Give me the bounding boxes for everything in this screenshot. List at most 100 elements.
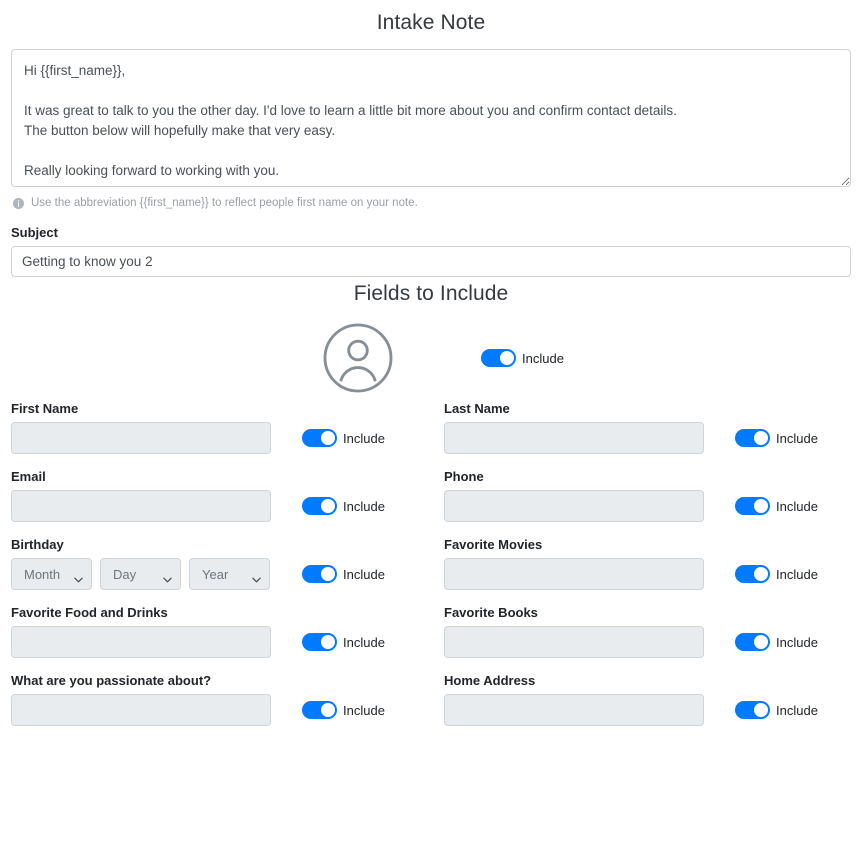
include-toggle-group: Include: [735, 701, 818, 719]
include-toggle-group: Include: [735, 497, 818, 515]
field-last-name: Last Name Include: [433, 401, 862, 455]
passionate-about-include-toggle[interactable]: [302, 701, 337, 719]
intake-note-textarea[interactable]: [11, 49, 851, 187]
favorite-movies-input[interactable]: [444, 558, 704, 590]
field-row: Include: [444, 489, 862, 523]
birthday-day-select[interactable]: Day: [100, 558, 181, 590]
avatar-row: Include: [0, 306, 862, 388]
first-name-include-toggle[interactable]: [302, 429, 337, 447]
last-name-include-toggle[interactable]: [735, 429, 770, 447]
include-label: Include: [343, 499, 385, 514]
include-toggle-group: Include: [302, 565, 385, 583]
email-input[interactable]: [11, 490, 271, 522]
toggle-knob: [754, 431, 768, 445]
field-birthday: Birthday Month Day: [0, 537, 433, 591]
field-email: Email Include: [0, 469, 433, 523]
field-label: Email: [11, 469, 433, 484]
field-row: Include: [11, 625, 433, 659]
birthday-select-group: Month Day: [11, 558, 271, 590]
field-row: Include: [444, 625, 862, 659]
note-help-row: Use the abbreviation {{first_name}} to r…: [0, 187, 862, 209]
passionate-about-input[interactable]: [11, 694, 271, 726]
field-label: Favorite Movies: [444, 537, 862, 552]
include-label: Include: [343, 431, 385, 446]
toggle-knob: [321, 703, 335, 717]
field-favorite-books: Favorite Books Include: [433, 605, 862, 659]
favorite-books-include-toggle[interactable]: [735, 633, 770, 651]
field-label: First Name: [11, 401, 433, 416]
field-phone: Phone Include: [433, 469, 862, 523]
field-label: Phone: [444, 469, 862, 484]
include-label: Include: [343, 567, 385, 582]
subject-input[interactable]: [11, 246, 851, 277]
field-row: Include: [11, 421, 433, 455]
birthday-month-wrap: Month: [11, 558, 92, 590]
field-label: Favorite Food and Drinks: [11, 605, 433, 620]
toggle-knob: [321, 635, 335, 649]
field-first-name: First Name Include: [0, 401, 433, 455]
include-toggle-group: Include: [302, 701, 385, 719]
email-include-toggle[interactable]: [302, 497, 337, 515]
field-label: Birthday: [11, 537, 433, 552]
toggle-knob: [321, 499, 335, 513]
include-label: Include: [776, 567, 818, 582]
include-label: Include: [776, 703, 818, 718]
field-favorite-movies: Favorite Movies Include: [433, 537, 862, 591]
toggle-knob: [500, 351, 514, 365]
fields-grid: First Name Include Last Name Include: [0, 388, 862, 741]
toggle-knob: [754, 635, 768, 649]
field-label: What are you passionate about?: [11, 673, 433, 688]
first-name-input[interactable]: [11, 422, 271, 454]
birthday-month-select[interactable]: Month: [11, 558, 92, 590]
field-row: Include: [444, 557, 862, 591]
field-favorite-food-and-drinks: Favorite Food and Drinks Include: [0, 605, 433, 659]
field-row: Month Day: [11, 557, 433, 591]
toggle-knob: [321, 431, 335, 445]
field-row: Include: [444, 693, 862, 727]
include-toggle-group: Include: [302, 497, 385, 515]
last-name-input[interactable]: [444, 422, 704, 454]
phone-include-toggle[interactable]: [735, 497, 770, 515]
note-textarea-container: [0, 49, 862, 187]
note-help-text: Use the abbreviation {{first_name}} to r…: [31, 197, 418, 209]
include-toggle-group: Include: [302, 429, 385, 447]
favorite-food-and-drinks-input[interactable]: [11, 626, 271, 658]
include-toggle-group: Include: [735, 633, 818, 651]
subject-block: Subject: [0, 209, 862, 277]
include-toggle-group: Include: [302, 633, 385, 651]
include-toggle-group: Include: [735, 565, 818, 583]
home-address-include-toggle[interactable]: [735, 701, 770, 719]
favorite-books-input[interactable]: [444, 626, 704, 658]
page-title: Intake Note: [0, 0, 862, 35]
avatar-include-label: Include: [522, 351, 564, 366]
avatar-include-toggle[interactable]: [481, 349, 516, 367]
include-label: Include: [776, 431, 818, 446]
toggle-knob: [754, 703, 768, 717]
favorite-food-include-toggle[interactable]: [302, 633, 337, 651]
field-label: Favorite Books: [444, 605, 862, 620]
field-label: Home Address: [444, 673, 862, 688]
field-row: Include: [11, 489, 433, 523]
avatar-include-toggle-group: Include: [481, 349, 564, 367]
field-row: Include: [444, 421, 862, 455]
field-home-address: Home Address Include: [433, 673, 862, 727]
user-avatar-icon: [322, 322, 394, 394]
intake-note-page: Intake Note Use the abbreviation {{first…: [0, 0, 862, 852]
birthday-year-select[interactable]: Year: [189, 558, 270, 590]
info-circle-icon: [13, 198, 24, 209]
birthday-include-toggle[interactable]: [302, 565, 337, 583]
toggle-knob: [754, 567, 768, 581]
subject-label: Subject: [11, 225, 851, 240]
birthday-day-wrap: Day: [100, 558, 181, 590]
include-toggle-group: Include: [735, 429, 818, 447]
toggle-knob: [321, 567, 335, 581]
include-label: Include: [776, 499, 818, 514]
include-label: Include: [343, 635, 385, 650]
field-passionate-about: What are you passionate about? Include: [0, 673, 433, 727]
birthday-year-wrap: Year: [189, 558, 270, 590]
field-label: Last Name: [444, 401, 862, 416]
favorite-movies-include-toggle[interactable]: [735, 565, 770, 583]
phone-input[interactable]: [444, 490, 704, 522]
include-label: Include: [343, 703, 385, 718]
home-address-input[interactable]: [444, 694, 704, 726]
